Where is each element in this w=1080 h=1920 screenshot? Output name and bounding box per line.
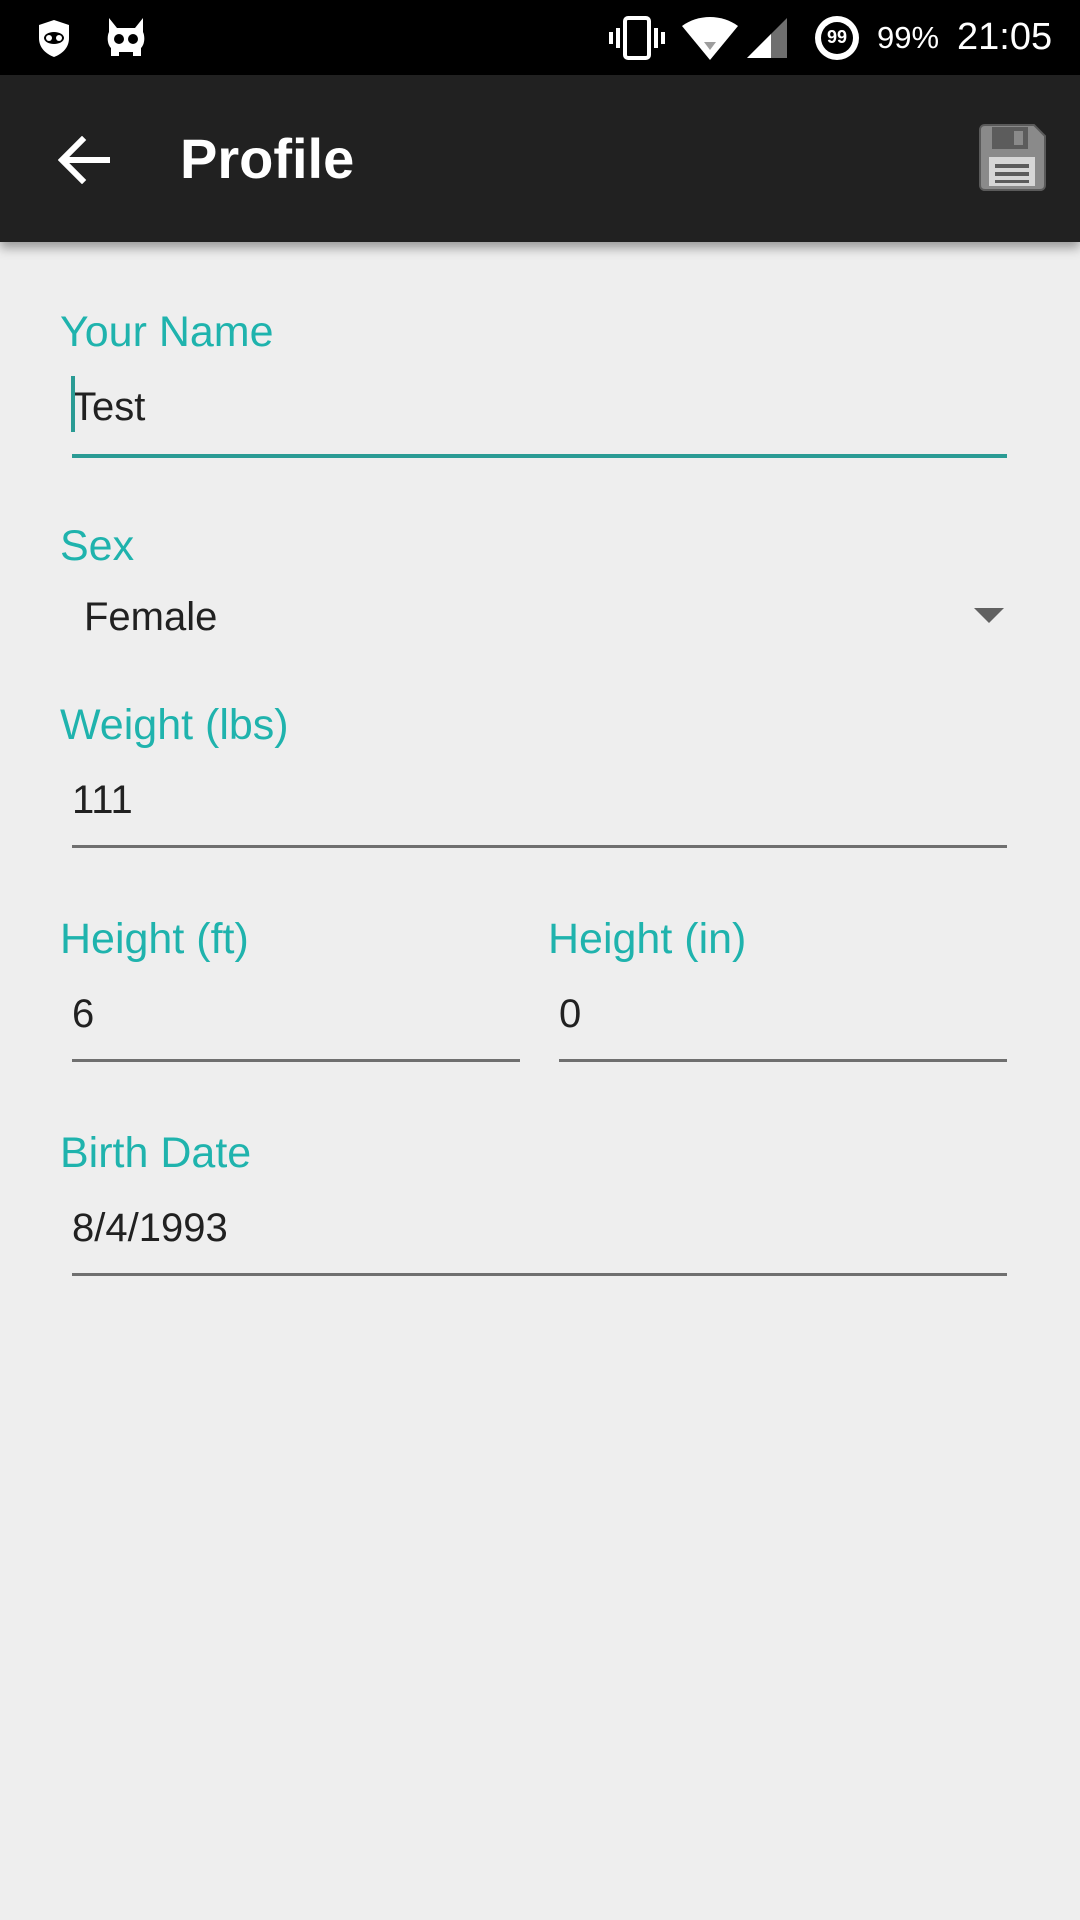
height-in-input[interactable]: 0: [559, 979, 1007, 1049]
cellular-signal-icon: [744, 0, 790, 75]
name-input-underline: [72, 454, 1007, 458]
clock: 21:05: [957, 16, 1053, 58]
name-label: Your Name: [60, 308, 274, 356]
battery-percent: 99%: [877, 19, 940, 55]
height-ft-input-underline: [72, 1059, 520, 1062]
wifi-icon: [680, 0, 740, 75]
dropdown-arrow-icon[interactable]: [974, 608, 1004, 623]
cyanogen-mascot-icon: [104, 0, 148, 75]
battery-icon: 99: [812, 0, 862, 75]
birth-date-label: Birth Date: [60, 1129, 252, 1177]
privacy-guard-icon: [34, 0, 74, 75]
save-floppy-icon: [979, 124, 1046, 191]
height-ft-input[interactable]: 6: [72, 979, 520, 1049]
height-ft-label: Height (ft): [60, 915, 249, 963]
height-in-input-underline: [559, 1059, 1007, 1062]
page-title: Profile: [180, 127, 355, 190]
status-bar: 99 99% 21:05: [0, 0, 1080, 75]
weight-label: Weight (lbs): [60, 701, 289, 749]
back-button[interactable]: [44, 120, 124, 200]
vibrate-icon: [609, 0, 665, 75]
text-cursor: [71, 376, 75, 432]
height-in-label: Height (in): [548, 915, 747, 963]
save-button[interactable]: [972, 118, 1052, 198]
birth-date-input[interactable]: 8/4/1993: [72, 1193, 1007, 1263]
battery-icon-label: 99: [826, 27, 848, 47]
weight-input-underline: [72, 845, 1007, 848]
birth-date-input-underline: [72, 1273, 1007, 1276]
sex-dropdown[interactable]: Female: [84, 582, 984, 652]
weight-input[interactable]: 111: [72, 765, 1007, 835]
sex-label: Sex: [60, 522, 135, 570]
app-bar: Profile: [0, 75, 1080, 242]
name-input[interactable]: Test: [72, 372, 1007, 442]
arrow-back-icon: [58, 136, 110, 184]
